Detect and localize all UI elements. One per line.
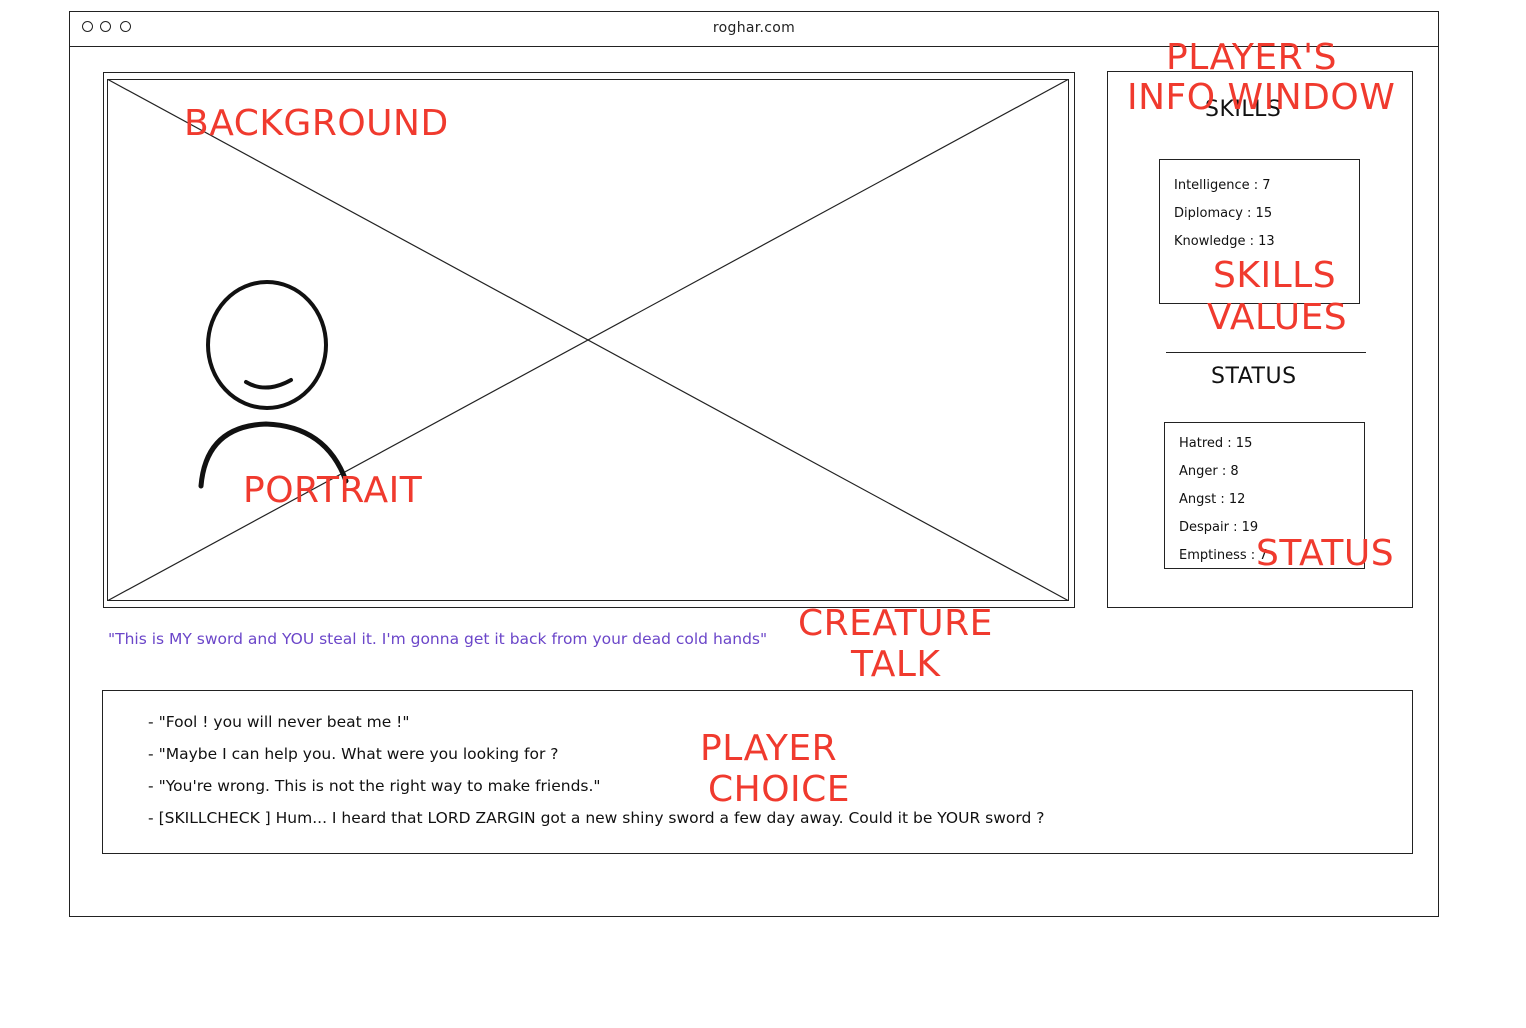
url-bar[interactable]: roghar.com [70,20,1438,36]
portrait-icon [198,280,349,489]
status-heading: STATUS [1211,364,1297,389]
skill-knowledge: Knowledge : 13 [1174,234,1275,249]
choice-text: "You're wrong. This is not the right way… [158,777,601,795]
annotation-players-info-window-line1: PLAYER'S [1166,37,1337,78]
status-hatred: Hatred : 15 [1179,436,1253,451]
creature-talk-text: "This is MY sword and YOU steal it. I'm … [108,630,768,648]
annotation-skills-values-line1: SKILLS [1213,255,1337,296]
choice-dash: - [148,713,154,731]
annotation-background: BACKGROUND [184,103,449,144]
status-angst: Angst : 12 [1179,492,1246,507]
choice-dash: - [148,745,154,763]
player-choice-2[interactable]: - "Maybe I can help you. What were you lo… [148,745,558,763]
annotation-player-choice-line1: PLAYER [700,728,838,769]
skill-diplomacy: Diplomacy : 15 [1174,206,1273,221]
annotation-player-choice-line2: CHOICE [708,769,851,810]
choice-dash: - [148,777,154,795]
status-anger: Anger : 8 [1179,464,1239,479]
player-choice-4-skillcheck[interactable]: - [SKILLCHECK ] Hum... I heard that LORD … [148,809,1044,827]
annotation-creature-talk-line2: TALK [851,644,941,685]
info-divider [1166,352,1366,353]
choice-text: "Maybe I can help you. What were you loo… [158,745,559,763]
player-choice-3[interactable]: - "You're wrong. This is not the right wa… [148,777,601,795]
choice-text: [SKILLCHECK ] Hum... I heard that LORD Z… [158,809,1045,827]
choice-text: "Fool ! you will never beat me !" [158,713,410,731]
choice-dash: - [148,809,154,827]
annotation-status: STATUS [1256,533,1395,574]
annotation-portrait: PORTRAIT [243,470,423,511]
annotation-creature-talk-line1: CREATURE [798,603,993,644]
skill-intelligence: Intelligence : 7 [1174,178,1271,193]
player-choice-1[interactable]: - "Fool ! you will never beat me !" [148,713,410,731]
annotation-skills-values-line2: VALUES [1207,297,1348,338]
annotation-players-info-window-line2: INFO WINDOW [1127,77,1396,118]
